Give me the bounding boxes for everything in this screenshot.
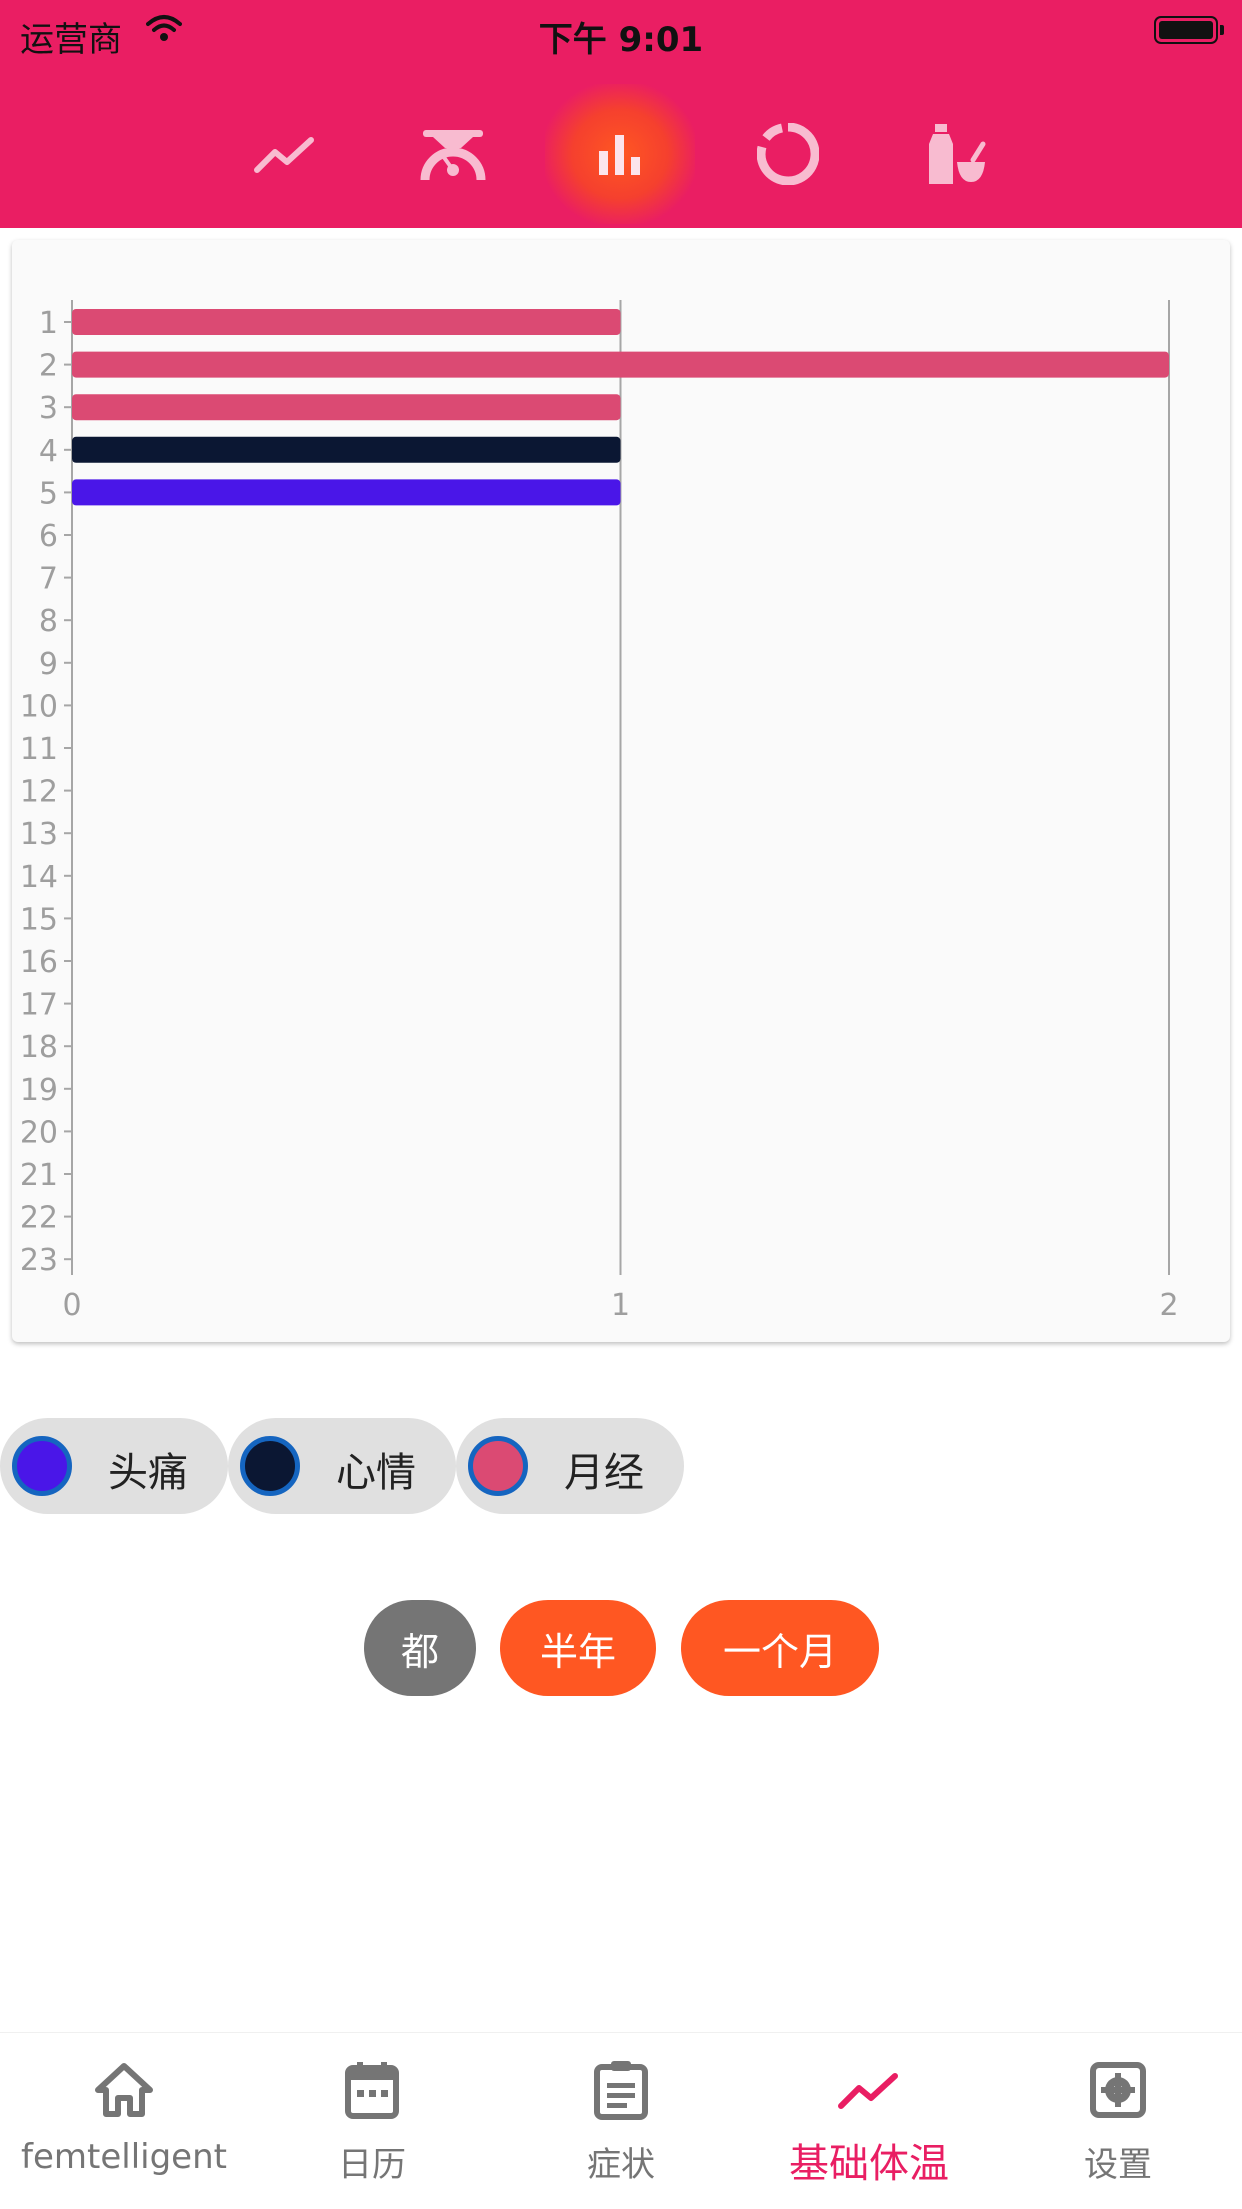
y-tick-label: 14 <box>20 860 58 895</box>
legend-label: 头痛 <box>108 1450 188 1496</box>
bar <box>72 479 621 506</box>
donut-chart-icon <box>757 123 819 185</box>
legend-swatch <box>12 1436 72 1496</box>
y-tick-label: 11 <box>20 732 58 767</box>
x-tick-label: 0 <box>62 1288 81 1323</box>
y-tick-label: 15 <box>20 902 58 937</box>
x-tick-label: 1 <box>611 1288 630 1323</box>
y-tick-label: 23 <box>20 1243 58 1278</box>
battery-cap <box>1220 25 1224 35</box>
x-tick-label: 2 <box>1159 1288 1178 1323</box>
chart-type-tabs <box>0 84 1242 224</box>
tab-bar-chart[interactable] <box>545 84 695 224</box>
y-tick-label: 12 <box>20 775 58 810</box>
nav-label: 基础体温 <box>789 2141 949 2187</box>
y-tick-label: 18 <box>20 1030 58 1065</box>
bar <box>72 351 1169 378</box>
range-one-month-button[interactable]: 一个月 <box>681 1600 879 1696</box>
app-header: 运营商 下午 9:01 <box>0 0 1242 228</box>
y-tick-label: 3 <box>39 391 58 426</box>
gauge-chart-icon <box>420 130 486 181</box>
legend-chip-period[interactable]: 月经 <box>456 1418 684 1514</box>
nav-item-bbt[interactable]: 基础体温 <box>745 2033 993 2209</box>
legend-label: 月经 <box>564 1450 644 1496</box>
y-tick-label: 13 <box>20 817 58 852</box>
y-tick-label: 1 <box>39 306 58 341</box>
y-tick-label: 17 <box>20 988 58 1023</box>
y-tick-label: 22 <box>20 1201 58 1236</box>
legend-chip-headache[interactable]: 头痛 <box>0 1418 228 1514</box>
tab-remedies[interactable] <box>880 84 1030 224</box>
y-tick-label: 4 <box>39 434 58 469</box>
calendar-icon <box>248 2055 496 2125</box>
line-chart-icon <box>254 137 314 173</box>
bottom-nav: femtelligent 日历 症状 基础体温 设置 <box>0 2032 1242 2209</box>
y-tick-label: 5 <box>39 476 58 511</box>
settings-icon <box>994 2055 1242 2125</box>
y-tick-label: 19 <box>20 1073 58 1108</box>
nav-label: 日历 <box>338 2145 406 2185</box>
legend-swatch <box>468 1436 528 1496</box>
legend-chip-mood[interactable]: 心情 <box>228 1418 456 1514</box>
legend: 头痛 心情 月经 <box>0 1418 1242 1514</box>
legend-swatch <box>240 1436 300 1496</box>
range-half-year-button[interactable]: 半年 <box>500 1600 656 1696</box>
status-bar: 运营商 下午 9:01 <box>0 0 1242 60</box>
bar <box>72 436 621 463</box>
y-tick-label: 10 <box>20 689 58 724</box>
nav-label: 症状 <box>587 2145 655 2185</box>
status-time: 下午 9:01 <box>538 20 704 60</box>
legend-label: 心情 <box>336 1450 416 1496</box>
tab-gauge-chart[interactable] <box>378 84 528 224</box>
clipboard-icon <box>497 2055 745 2125</box>
y-tick-label: 7 <box>39 562 58 597</box>
bar-chart-icon <box>599 135 640 175</box>
y-tick-label: 21 <box>20 1158 58 1193</box>
nav-item-calendar[interactable]: 日历 <box>248 2033 496 2209</box>
bar-chart: 0 1 21234567891011121314151617181920212223 <box>20 300 1179 1323</box>
range-all-button[interactable]: 都 <box>364 1600 476 1696</box>
bar <box>72 394 621 421</box>
y-tick-label: 20 <box>20 1115 58 1150</box>
y-tick-label: 8 <box>39 604 58 639</box>
bar <box>72 309 621 335</box>
nav-item-home[interactable]: femtelligent <box>0 2033 248 2209</box>
battery-icon <box>1154 16 1218 44</box>
nav-item-settings[interactable]: 设置 <box>994 2033 1242 2209</box>
nav-label: femtelligent <box>21 2137 227 2177</box>
y-tick-label: 2 <box>39 349 58 384</box>
tab-line-chart[interactable] <box>210 84 360 224</box>
y-tick-label: 6 <box>39 519 58 554</box>
y-tick-label: 9 <box>39 647 58 682</box>
mortar-bottle-icon <box>929 124 986 184</box>
nav-item-symptoms[interactable]: 症状 <box>497 2033 745 2209</box>
nav-label: 设置 <box>1084 2145 1152 2185</box>
tab-donut-chart[interactable] <box>713 84 863 224</box>
home-icon <box>0 2055 248 2125</box>
y-tick-label: 16 <box>20 945 58 980</box>
trend-icon <box>745 2055 993 2125</box>
chart-card: 0 1 2 1 2 3 4 5 6 7 8 9 10 11 12 13 14 15 16 17 18 19 20 21 22 23 <box>12 240 1230 1342</box>
